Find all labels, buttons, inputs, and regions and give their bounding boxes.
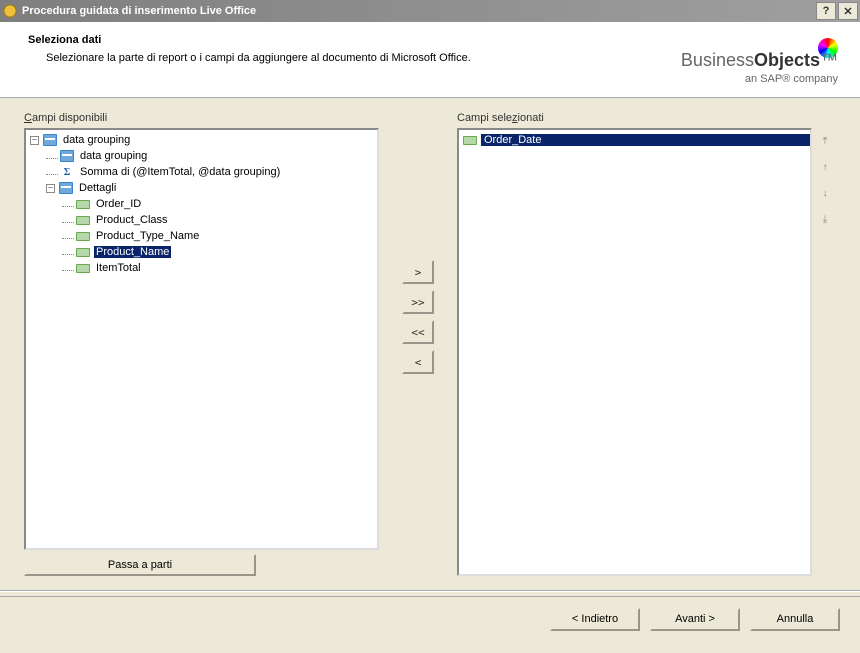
remove-all-fields-button[interactable]: << [402, 320, 434, 344]
switch-to-parts-button[interactable]: Passa a parti [24, 554, 256, 576]
page-heading: Seleziona dati [28, 34, 681, 46]
move-top-button[interactable]: ⤒ [818, 134, 832, 148]
available-fields-label: Campi disponibili [24, 112, 379, 124]
field-icon [76, 248, 90, 257]
add-all-fields-button[interactable]: >> [402, 290, 434, 314]
tree-node-label: data grouping [61, 134, 132, 146]
close-button[interactable]: ✕ [838, 2, 858, 20]
app-icon [2, 3, 18, 19]
tree-node-label: Order_ID [94, 198, 143, 210]
tree-expander[interactable]: − [46, 184, 55, 193]
move-bottom-button[interactable]: ⤓ [818, 212, 832, 226]
sigma-icon: Σ [60, 166, 74, 178]
tree-node[interactable]: Product_Name [26, 244, 377, 260]
tree-node[interactable]: − data grouping [26, 132, 377, 148]
wizard-header: Seleziona dati Selezionare la parte di r… [0, 22, 860, 98]
available-fields-tree[interactable]: − data grouping data grouping Σ Somma di (@I… [24, 128, 379, 550]
titlebar: Procedura guidata di inserimento Live Of… [0, 0, 860, 22]
tree-node[interactable]: ItemTotal [26, 260, 377, 276]
tree-node-label: Dettagli [77, 182, 118, 194]
tree-node-label: data grouping [78, 150, 149, 162]
tree-expander[interactable]: − [30, 136, 39, 145]
move-up-button[interactable]: ↑ [818, 160, 832, 174]
wizard-footer: < Indietro Avanti > Annulla [0, 596, 860, 641]
list-item[interactable]: Order_Date [459, 132, 810, 148]
tree-node-label: ItemTotal [94, 262, 143, 274]
remove-field-button[interactable]: < [402, 350, 434, 374]
field-icon [76, 200, 90, 209]
tree-node[interactable]: Order_ID [26, 196, 377, 212]
tree-node[interactable]: Product_Class [26, 212, 377, 228]
tree-node[interactable]: − Dettagli [26, 180, 377, 196]
next-button[interactable]: Avanti > [650, 608, 740, 631]
page-description: Selezionare la parte di report o i campi… [46, 52, 681, 64]
content-area: Campi disponibili − data grouping data gro… [0, 98, 860, 586]
brand-logo: Business Objects™ an SAP® company [681, 34, 838, 85]
cancel-button[interactable]: Annulla [750, 608, 840, 631]
selected-fields-list[interactable]: Order_Date [457, 128, 812, 576]
group-icon [43, 134, 57, 146]
tree-node[interactable]: data grouping [26, 148, 377, 164]
tree-node[interactable]: Σ Somma di (@ItemTotal, @data grouping) [26, 164, 377, 180]
tree-node-label: Somma di (@ItemTotal, @data grouping) [78, 166, 282, 178]
field-icon [76, 264, 90, 273]
add-field-button[interactable]: > [402, 260, 434, 284]
move-down-button[interactable]: ↓ [818, 186, 832, 200]
help-button[interactable]: ? [816, 2, 836, 20]
tree-node-label: Product_Name [94, 246, 171, 258]
window-title: Procedura guidata di inserimento Live Of… [22, 5, 814, 17]
group-icon [59, 182, 73, 194]
field-icon [76, 216, 90, 225]
tree-node[interactable]: Product_Type_Name [26, 228, 377, 244]
back-button[interactable]: < Indietro [550, 608, 640, 631]
group-icon [60, 150, 74, 162]
field-icon [463, 136, 477, 145]
tree-node-label: Product_Class [94, 214, 170, 226]
field-icon [76, 232, 90, 241]
selected-fields-label: Campi selezionati [457, 112, 812, 124]
brand-tagline: an SAP® company [745, 73, 838, 85]
tree-node-label: Product_Type_Name [94, 230, 201, 242]
list-item-label: Order_Date [481, 134, 810, 146]
